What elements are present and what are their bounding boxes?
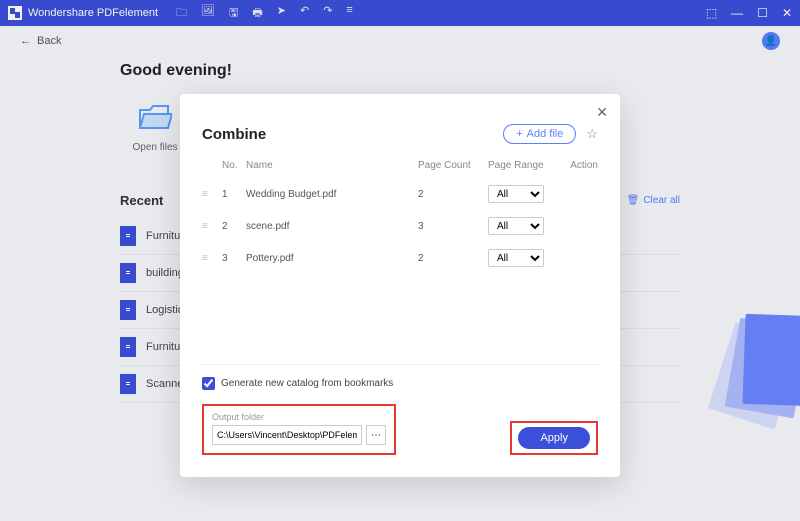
add-file-button[interactable]: + Add file (503, 124, 576, 144)
col-pages: Page Count (418, 160, 488, 171)
row-pages: 2 (418, 253, 488, 264)
col-no: No. (222, 160, 246, 171)
col-name: Name (246, 160, 418, 171)
row-no: 2 (222, 221, 246, 232)
row-pages: 2 (418, 189, 488, 200)
col-action: Action (558, 160, 598, 171)
star-icon[interactable]: ☆ (586, 126, 598, 142)
catalog-checkbox-row[interactable]: Generate new catalog from bookmarks (202, 377, 598, 390)
drag-handle-icon[interactable]: ≡ (202, 189, 222, 200)
combine-modal: ✕ Combine + Add file ☆ No. Name Page Cou… (180, 94, 620, 477)
page-range-select[interactable]: All (488, 185, 544, 203)
table-row: ≡ 1 Wedding Budget.pdf 2 All (202, 178, 598, 210)
apply-button[interactable]: Apply (518, 427, 590, 449)
row-no: 1 (222, 189, 246, 200)
row-name: scene.pdf (246, 221, 418, 232)
output-folder-input[interactable] (212, 425, 362, 445)
col-range: Page Range (488, 160, 558, 171)
catalog-checkbox[interactable] (202, 377, 215, 390)
plus-icon: + (516, 128, 522, 140)
page-range-select[interactable]: All (488, 217, 544, 235)
modal-title: Combine (202, 126, 266, 143)
table-header: No. Name Page Count Page Range Action (202, 154, 598, 178)
output-folder-group: Output folder ⋯ (202, 404, 396, 455)
drag-handle-icon[interactable]: ≡ (202, 221, 222, 232)
modal-backdrop: ✕ Combine + Add file ☆ No. Name Page Cou… (0, 0, 800, 521)
row-pages: 3 (418, 221, 488, 232)
row-no: 3 (222, 253, 246, 264)
row-name: Pottery.pdf (246, 253, 418, 264)
drag-handle-icon[interactable]: ≡ (202, 253, 222, 264)
close-button[interactable]: ✕ (596, 104, 608, 121)
apply-wrap: Apply (510, 421, 598, 455)
divider (202, 364, 598, 365)
output-label: Output folder (212, 412, 386, 422)
page-range-select[interactable]: All (488, 249, 544, 267)
row-name: Wedding Budget.pdf (246, 189, 418, 200)
browse-button[interactable]: ⋯ (366, 425, 386, 445)
add-file-label: Add file (527, 128, 564, 140)
table-row: ≡ 2 scene.pdf 3 All (202, 210, 598, 242)
table-row: ≡ 3 Pottery.pdf 2 All (202, 242, 598, 274)
checkbox-label: Generate new catalog from bookmarks (221, 378, 393, 389)
